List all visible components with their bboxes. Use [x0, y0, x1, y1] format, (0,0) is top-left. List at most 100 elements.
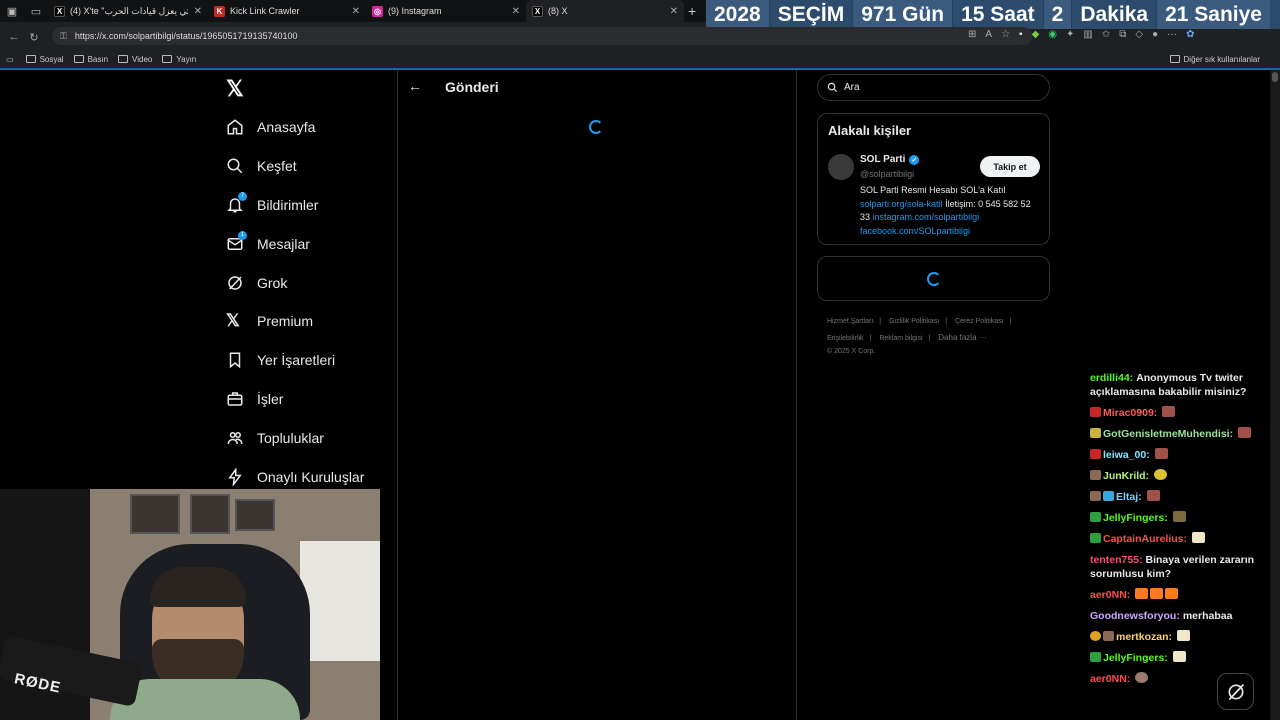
chat-message: Eltaj: — [1090, 490, 1270, 504]
chat-message: aer0NN: — [1090, 588, 1270, 602]
scrollbar-thumb[interactable] — [1272, 72, 1278, 82]
avatar[interactable] — [828, 154, 854, 180]
badge-icon — [1090, 652, 1101, 662]
follow-button[interactable]: Takip et — [980, 156, 1040, 177]
search-input[interactable]: Ara — [817, 74, 1050, 101]
close-tab-icon[interactable]: ✕ — [512, 6, 520, 17]
extension-icon[interactable]: ▪ — [1019, 29, 1023, 40]
wall-frame — [190, 494, 230, 534]
footer-link[interactable]: Hizmet Şartları — [827, 318, 873, 325]
wall-frame — [130, 494, 180, 534]
bio-link[interactable]: instagram.com/solpartibilgi — [873, 212, 980, 222]
bio-link[interactable]: facebook.com/SOLpartibilgi — [860, 226, 970, 236]
message-badge: 1 — [238, 231, 247, 240]
nav-item-jobs[interactable]: İşler — [226, 386, 283, 412]
other-bookmarks[interactable]: Diğer sık kullanılanlar — [1169, 54, 1260, 64]
nav-item-bookmarks[interactable]: Yer İşaretleri — [226, 347, 335, 373]
reload-icon[interactable]: ↻ — [24, 31, 44, 44]
shield-icon[interactable]: ◉ — [1048, 29, 1057, 40]
bio-link[interactable]: solparti.org/sola-katil — [860, 199, 943, 209]
close-tab-icon[interactable]: ✕ — [352, 6, 360, 17]
emote-icon — [1146, 490, 1160, 501]
chat-message: JunKrild: — [1090, 469, 1270, 483]
browser-essentials-icon[interactable]: ◇ — [1135, 29, 1143, 40]
search-placeholder: Ara — [844, 82, 860, 93]
nav-label: Mesajlar — [257, 236, 310, 252]
chat-message: JellyFingers: — [1090, 651, 1270, 665]
bookmark-folder[interactable]: Basın — [73, 55, 108, 64]
chat-username: Mirac0909: — [1103, 407, 1158, 419]
extension-icon[interactable]: ◆ — [1032, 29, 1040, 40]
nav-label: Bildirimler — [257, 197, 319, 213]
footer-link[interactable]: Çerez Politikası — [955, 318, 1004, 325]
page-scrollbar[interactable] — [1270, 70, 1280, 720]
back-arrow-icon[interactable]: ← — [4, 31, 24, 43]
footer-link[interactable]: Daha fazla ··· — [938, 333, 986, 342]
chat-username: tenten755: — [1090, 554, 1143, 566]
nav-item-messages[interactable]: 1 Mesajlar — [226, 231, 310, 257]
chat-message: CaptainAurelius: — [1090, 532, 1270, 546]
grok-floating-button[interactable] — [1217, 673, 1254, 710]
nav-item-communities[interactable]: Topluluklar — [226, 425, 324, 451]
chat-username: aer0NN: — [1090, 673, 1131, 685]
bookmark-folder[interactable]: Yayın — [162, 55, 196, 64]
collections-icon[interactable]: ⧉ — [1119, 29, 1126, 40]
profile-avatar-icon[interactable]: ● — [1152, 29, 1158, 40]
chat-username: GotGenisletmeMuhendisi: — [1103, 428, 1234, 440]
nav-item-premium[interactable]: 𝕏 Premium — [226, 308, 313, 334]
tab-2[interactable]: ◎ (9) Instagram ✕ — [366, 0, 526, 22]
profile-bio: SOL Parti Resmi Hesabı SOL'a Katıl solpa… — [860, 184, 1040, 238]
nav-label: Anasayfa — [257, 119, 316, 135]
lock-icon: ⚿ — [60, 30, 67, 41]
loading-card — [817, 256, 1050, 301]
nav-item-notifications[interactable]: 7 Bildirimler — [226, 192, 318, 218]
mail-icon: 1 — [226, 231, 247, 253]
x-logo-icon[interactable]: 𝕏 — [226, 78, 248, 100]
puzzle-icon[interactable]: ✦ — [1066, 29, 1074, 40]
badge-icon — [1090, 631, 1101, 641]
x-premium-icon: 𝕏 — [226, 311, 240, 330]
workspaces-icon[interactable]: ▣ — [0, 0, 24, 22]
read-aloud-icon[interactable]: A — [985, 29, 992, 40]
nav-item-explore[interactable]: Keşfet — [226, 153, 297, 179]
bookmarks-toggle-icon[interactable]: ▭ — [6, 55, 14, 64]
close-tab-icon[interactable]: ✕ — [670, 6, 678, 17]
bookmark-icon — [229, 352, 241, 369]
nav-item-grok[interactable]: Grok — [226, 270, 287, 296]
chat-message: Goodnewsforyou: merhabaa — [1090, 609, 1270, 623]
tab-3-active[interactable]: X (8) X ✕ — [526, 0, 684, 22]
back-arrow-icon[interactable]: ← — [408, 78, 422, 94]
tab-0[interactable]: X (4) X'te "قضائي يعزل قيادات الحرب" ✕ — [48, 0, 208, 22]
briefcase-icon — [227, 392, 243, 406]
menu-dots-icon[interactable]: ··· — [1167, 29, 1177, 40]
favorites-icon[interactable]: ✩ — [1102, 29, 1110, 40]
bookmark-folder[interactable]: Sosyal — [25, 54, 64, 64]
nav-item-verified-orgs[interactable]: Onaylı Kuruluşlar — [226, 464, 364, 490]
column-divider — [397, 70, 398, 720]
tab-actions-icon[interactable]: ▭ — [24, 0, 48, 22]
address-bar[interactable]: ⚿ https://x.com/solpartibilgi/status/196… — [52, 27, 1032, 45]
bookmark-label: Diğer sık kullanılanlar — [1183, 54, 1260, 64]
chat-username: JellyFingers: — [1103, 512, 1168, 524]
favorite-star-icon[interactable]: ☆ — [1001, 29, 1010, 40]
split-screen-icon[interactable]: ▥ — [1083, 29, 1092, 40]
bookmark-folder[interactable]: Video — [118, 55, 152, 64]
chat-message: GotGenisletmeMuhendisi: — [1090, 427, 1270, 441]
tab-label: (9) Instagram — [388, 6, 442, 16]
footer-link[interactable]: Reklam bilgisi — [879, 335, 922, 342]
close-tab-icon[interactable]: ✕ — [194, 6, 202, 17]
emote-icon — [1135, 672, 1149, 683]
stream-chat: erdilli44: Anonymous Tv twiter açıklaması… — [1090, 371, 1270, 693]
footer-link[interactable]: Erişilebilirlik — [827, 335, 864, 342]
tab-1[interactable]: K Kick Link Crawler ✕ — [208, 0, 366, 22]
profile-name[interactable]: SOL Parti ✓ — [860, 154, 920, 165]
new-tab-icon[interactable]: + — [688, 3, 706, 19]
card-title: Alakalı kişiler — [828, 123, 912, 138]
apps-icon[interactable]: ⊞ — [968, 29, 976, 40]
bookmark-label: Sosyal — [39, 54, 64, 64]
footer-link[interactable]: Gizlilik Politikası — [889, 318, 939, 325]
nav-item-home[interactable]: Anasayfa — [226, 114, 315, 140]
copilot-icon[interactable]: ✿ — [1186, 29, 1194, 40]
post-header: ← Gönderi — [398, 70, 796, 104]
countdown-year: 2028 — [706, 0, 770, 29]
